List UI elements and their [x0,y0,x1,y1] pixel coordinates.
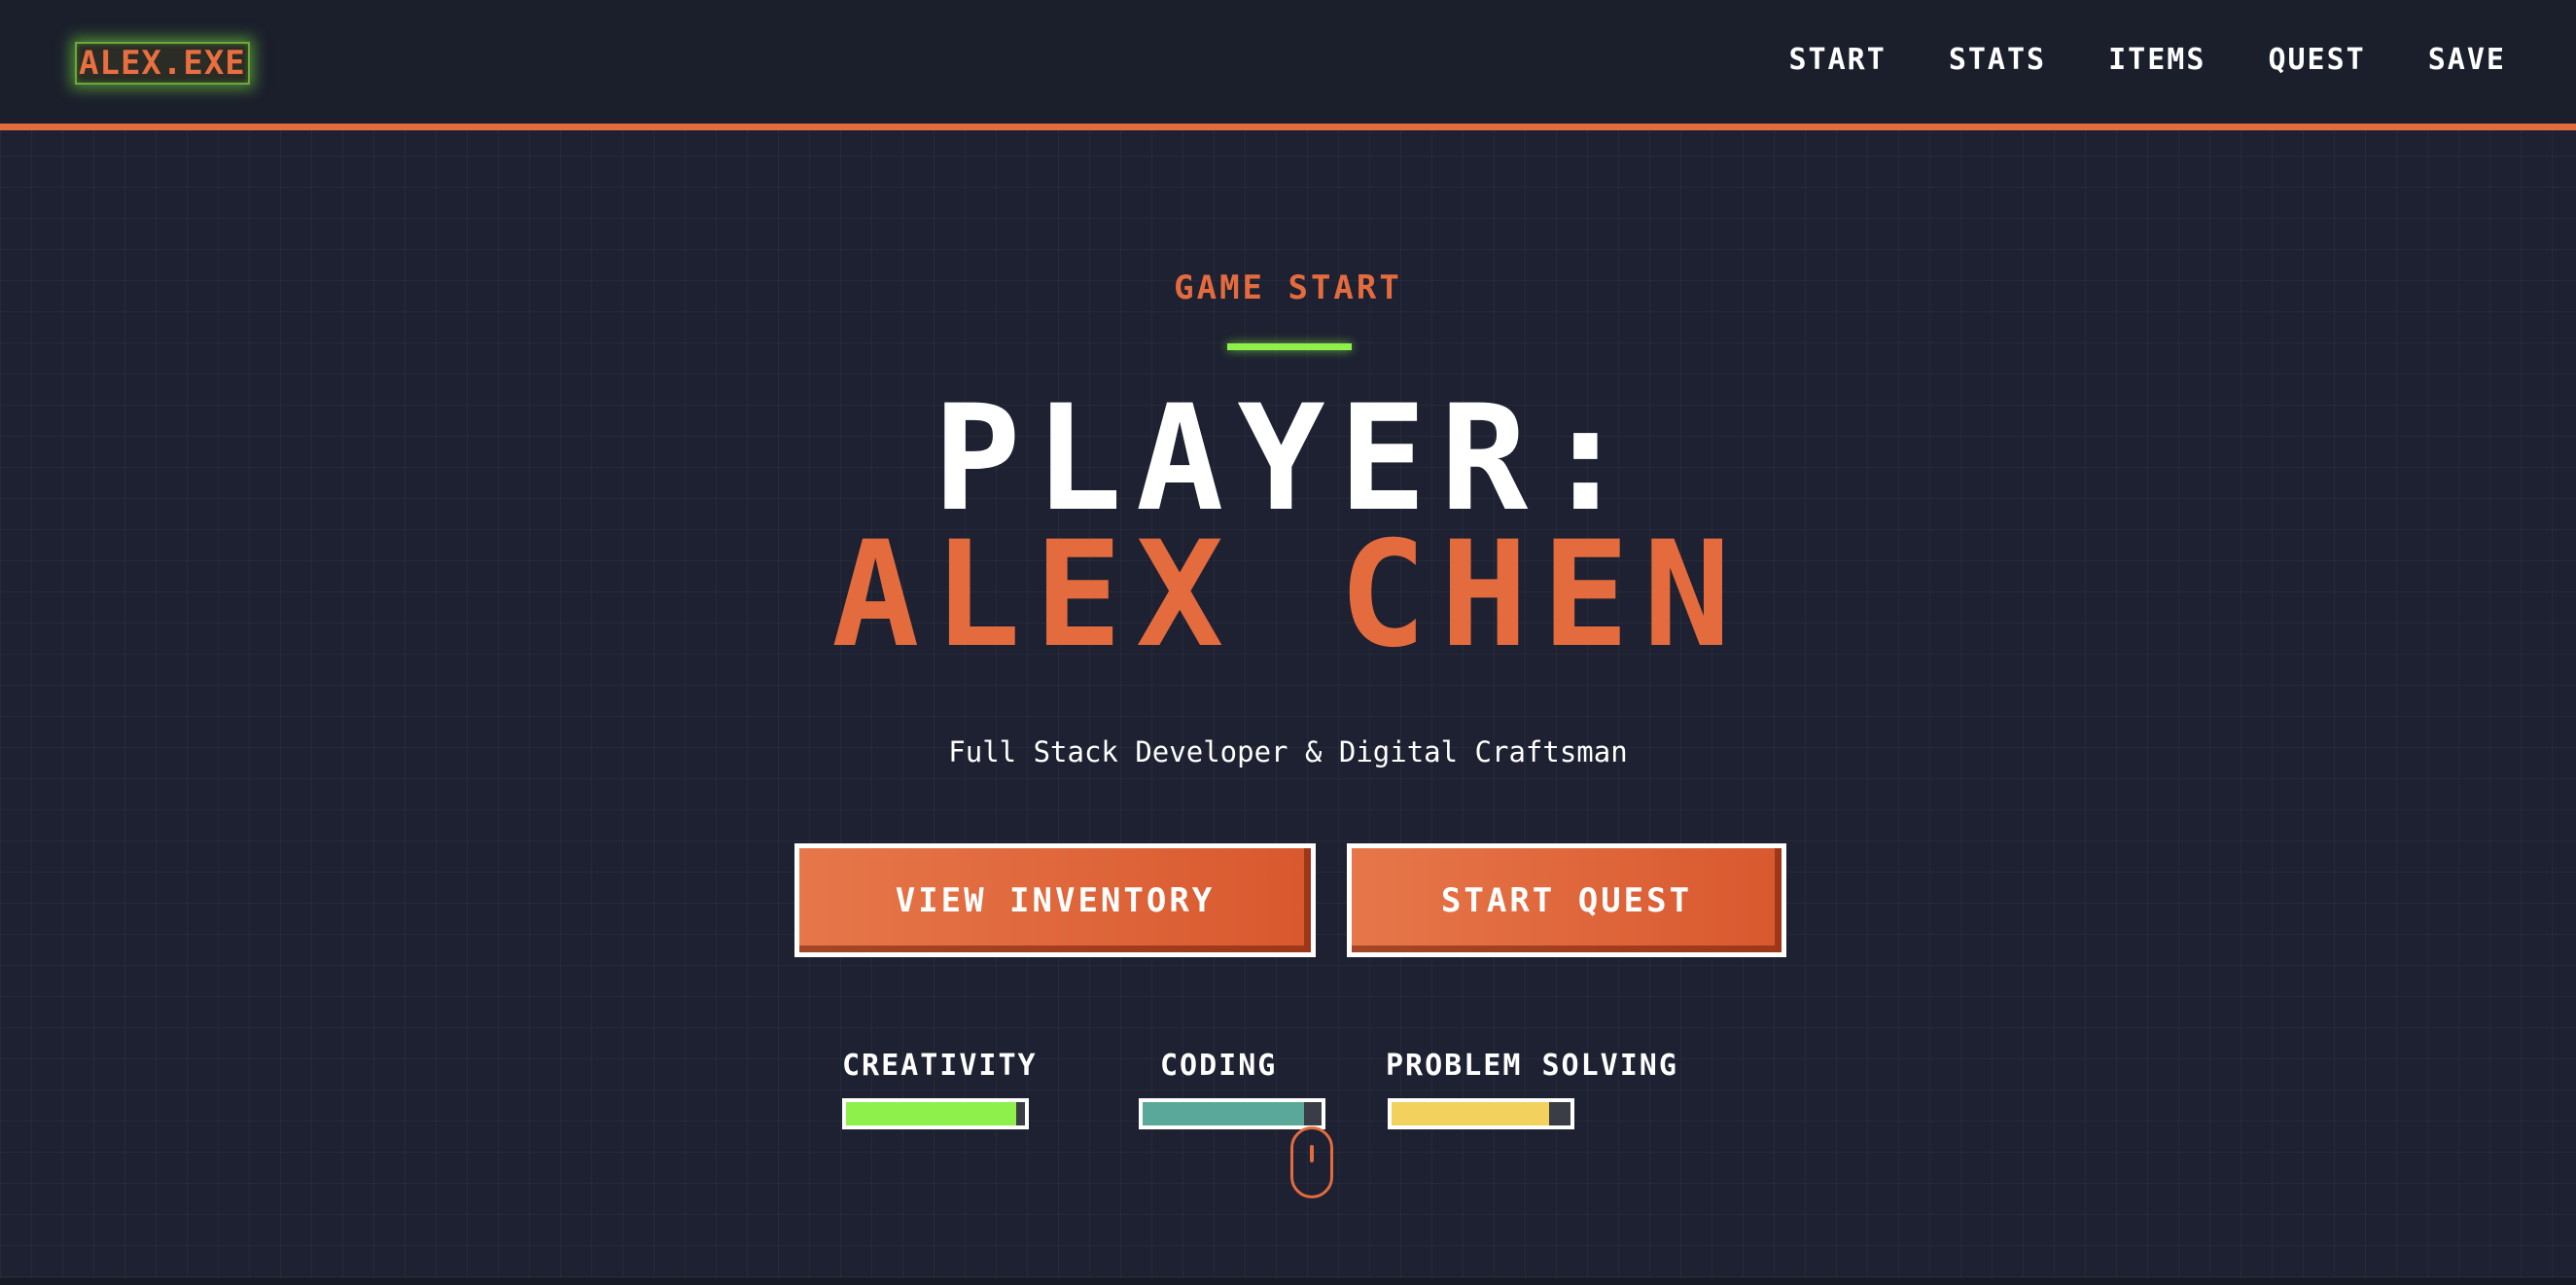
scroll-wheel-icon [1310,1145,1314,1162]
nav-link-save[interactable]: SAVE [2428,39,2506,82]
nav-link-start[interactable]: START [1789,39,1887,82]
nav-link-stats[interactable]: STATS [1949,39,2046,82]
nav-link-items[interactable]: ITEMS [2108,39,2205,82]
stat-fill-coding [1143,1102,1304,1125]
stat-bar-problem-solving [1388,1098,1574,1129]
hero-title-name: ALEX CHEN [831,511,1745,680]
mouse-scroll-icon[interactable] [1290,1126,1333,1198]
stat-label-coding: CODING [1160,1049,1278,1083]
hero-tagline: Full Stack Developer & Digital Craftsman [948,735,1628,768]
site-logo[interactable]: ALEX.EXE [75,42,250,85]
stat-bar-coding [1139,1098,1325,1129]
stat-label-problem-solving: PROBLEM SOLVING [1386,1049,1678,1083]
start-quest-button[interactable]: START QUEST [1347,843,1786,957]
stat-label-creativity: CREATIVITY [842,1049,1038,1083]
hero-kicker: GAME START [1174,268,1402,307]
view-inventory-button[interactable]: VIEW INVENTORY [794,843,1316,957]
kicker-underline [1227,343,1352,350]
nav-link-quest[interactable]: QUEST [2268,39,2365,82]
stat-bar-creativity [842,1098,1029,1129]
bottom-edge [0,1278,2576,1285]
stat-fill-creativity [846,1102,1016,1125]
main-nav: START STATS ITEMS QUEST SAVE [1789,39,2507,82]
stat-fill-problem-solving [1392,1102,1549,1125]
top-navigation-bar: ALEX.EXE START STATS ITEMS QUEST SAVE [0,0,2576,130]
